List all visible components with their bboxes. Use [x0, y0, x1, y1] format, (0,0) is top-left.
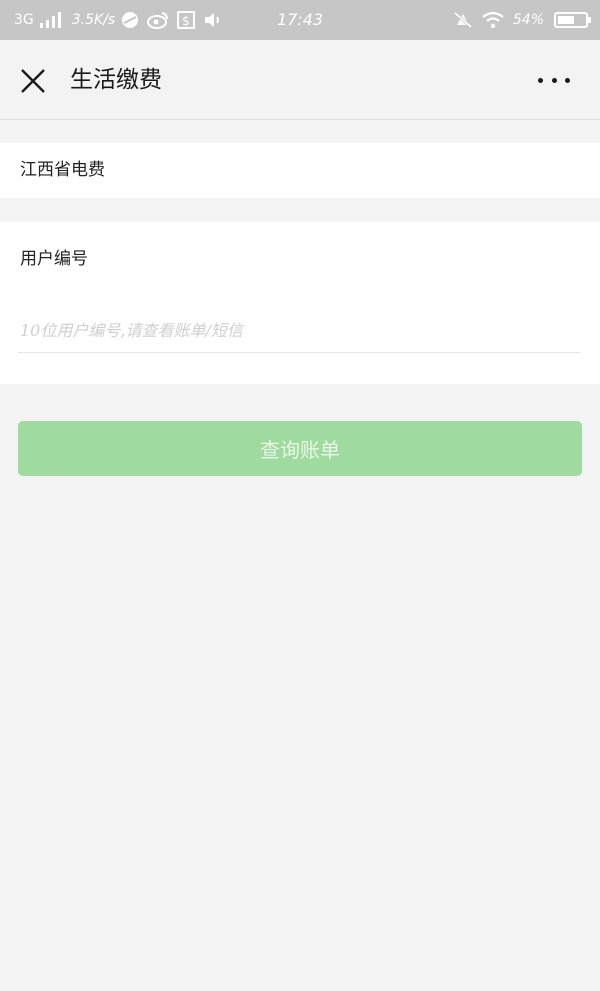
battery-icon	[554, 12, 591, 28]
query-bill-button[interactable]: 查询账单	[18, 421, 582, 476]
page-title: 生活缴费	[70, 67, 162, 93]
account-number-input[interactable]	[18, 308, 580, 353]
account-card: 用户编号	[0, 222, 600, 384]
province-card[interactable]: 江西省电费	[0, 143, 600, 198]
mute-icon	[453, 11, 473, 29]
province-label: 江西省电费	[20, 160, 105, 180]
nav-bar: 生活缴费	[0, 40, 600, 120]
wifi-icon	[481, 11, 505, 29]
status-right: 54%	[453, 0, 591, 40]
more-icon[interactable]	[538, 74, 570, 86]
close-icon[interactable]	[20, 68, 46, 94]
account-label: 用户编号	[20, 249, 88, 269]
status-bar: 3G 3.5K/s $ 17:43 54%	[0, 0, 600, 40]
battery-percent: 54%	[512, 12, 544, 28]
